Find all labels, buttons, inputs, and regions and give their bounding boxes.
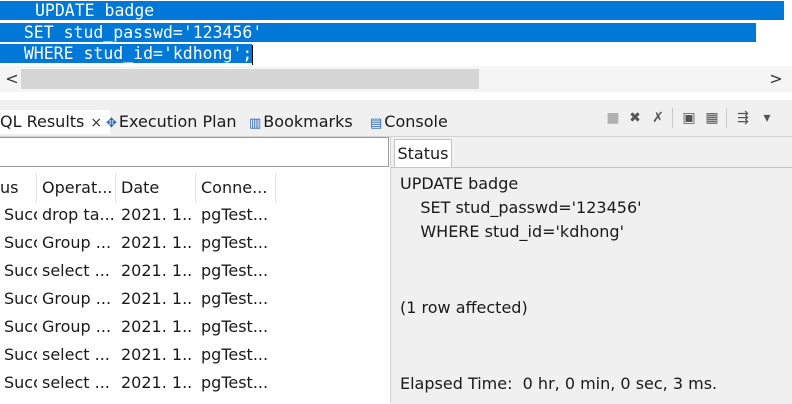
- table-cell: Group ...: [42, 289, 112, 308]
- column-header-status[interactable]: us: [0, 173, 37, 203]
- remove-icon[interactable]: ✖: [625, 108, 645, 128]
- tab-console[interactable]: ▤ Console: [370, 110, 448, 134]
- tab-bookmarks[interactable]: ▥ Bookmarks: [249, 110, 353, 134]
- table-cell: select ...: [42, 345, 110, 364]
- execution-plan-icon: ✥: [106, 116, 117, 131]
- elapsed-time-text: Elapsed Time: 0 hr, 0 min, 0 sec, 3 ms.: [400, 374, 718, 393]
- column-header-date[interactable]: Date: [116, 173, 196, 203]
- stop-icon[interactable]: ■: [603, 108, 623, 128]
- table-cell: Succ: [4, 261, 37, 280]
- table-cell: 2021. 1...: [121, 205, 193, 224]
- scroll-right-icon[interactable]: >: [766, 68, 786, 90]
- table-cell: pgTest...: [201, 373, 269, 392]
- table-cell: 2021. 1...: [121, 289, 193, 308]
- table-cell: drop ta...: [42, 205, 115, 224]
- status-output: UPDATE badge SET stud_passwd='123456' WH…: [391, 167, 792, 404]
- copy-icon[interactable]: ▣: [679, 108, 699, 128]
- table-cell: Succ: [4, 233, 37, 252]
- tab-execution-plan-label: Execution Plan: [118, 112, 237, 131]
- close-icon[interactable]: ×: [90, 115, 102, 131]
- table-cell: Group ...: [42, 317, 112, 336]
- results-history-pane: us Operat... Date Conne... Succ drop ta..…: [0, 137, 390, 403]
- table-cell: Group ...: [42, 233, 112, 252]
- status-query-line-3: WHERE stud_id='kdhong': [400, 222, 624, 241]
- text-caret: [252, 44, 254, 65]
- console-icon: ▤: [370, 116, 383, 131]
- table-cell: select ...: [42, 373, 110, 392]
- table-cell: pgTest...: [201, 289, 269, 308]
- editor-horizontal-scrollbar[interactable]: < >: [0, 66, 792, 92]
- scroll-left-icon[interactable]: <: [2, 68, 22, 90]
- paste-icon[interactable]: ▦: [702, 108, 722, 128]
- tab-console-label: Console: [384, 112, 448, 131]
- table-cell: 2021. 1...: [121, 233, 193, 252]
- pin-icon[interactable]: ⇶: [733, 108, 753, 128]
- rows-affected-text: (1 row affected): [400, 298, 528, 317]
- tab-sql-results-label: QL Results: [0, 112, 85, 131]
- status-pane: Status UPDATE badge SET stud_passwd='123…: [391, 137, 792, 404]
- table-cell: select ...: [42, 261, 110, 280]
- table-cell: 2021. 1...: [121, 317, 193, 336]
- table-cell: 2021. 1...: [121, 261, 193, 280]
- editor-line-1: UPDATE badge: [0, 0, 785, 22]
- sql-editor[interactable]: UPDATE badge SET stud_passwd='123456' WH…: [0, 0, 792, 66]
- table-cell: Succ: [4, 373, 37, 392]
- editor-line-3: WHERE stud_id='kdhong';: [0, 43, 254, 65]
- status-query-line-1: UPDATE badge: [400, 174, 519, 193]
- table-cell: Succ: [4, 205, 37, 224]
- column-header-connection[interactable]: Conne...: [196, 173, 276, 203]
- table-cell: 2021. 1...: [121, 345, 193, 364]
- remove-all-icon[interactable]: ✗: [648, 108, 668, 128]
- tab-sql-results[interactable]: QL Results ×: [0, 110, 111, 134]
- filter-input[interactable]: [0, 137, 389, 167]
- bookmarks-icon: ▥: [249, 116, 262, 131]
- status-query-line-2: SET stud_passwd='123456': [400, 198, 642, 217]
- column-header-operation[interactable]: Operat...: [37, 173, 116, 203]
- table-cell: pgTest...: [201, 261, 269, 280]
- table-cell: pgTest...: [201, 205, 269, 224]
- table-cell: pgTest...: [201, 317, 269, 336]
- tab-execution-plan[interactable]: ✥ Execution Plan: [106, 110, 237, 134]
- view-menu-icon[interactable]: ▾: [757, 108, 777, 128]
- tab-status[interactable]: Status: [394, 139, 452, 168]
- table-cell: 2021. 1...: [121, 373, 193, 392]
- table-cell: pgTest...: [201, 345, 269, 364]
- editor-line-2: SET stud_passwd='123456': [0, 22, 757, 44]
- table-cell: Succ: [4, 317, 37, 336]
- scrollbar-thumb[interactable]: [21, 69, 479, 89]
- table-cell: pgTest...: [201, 233, 269, 252]
- tab-bookmarks-label: Bookmarks: [263, 112, 353, 131]
- toolbar-separator: [672, 108, 673, 128]
- table-cell: Succ: [4, 289, 37, 308]
- table-cell: Succ: [4, 345, 37, 364]
- toolbar-separator: [726, 108, 727, 128]
- result-tabs-bar: QL Results × ✥ Execution Plan ▥ Bookmarks ▤…: [0, 100, 792, 137]
